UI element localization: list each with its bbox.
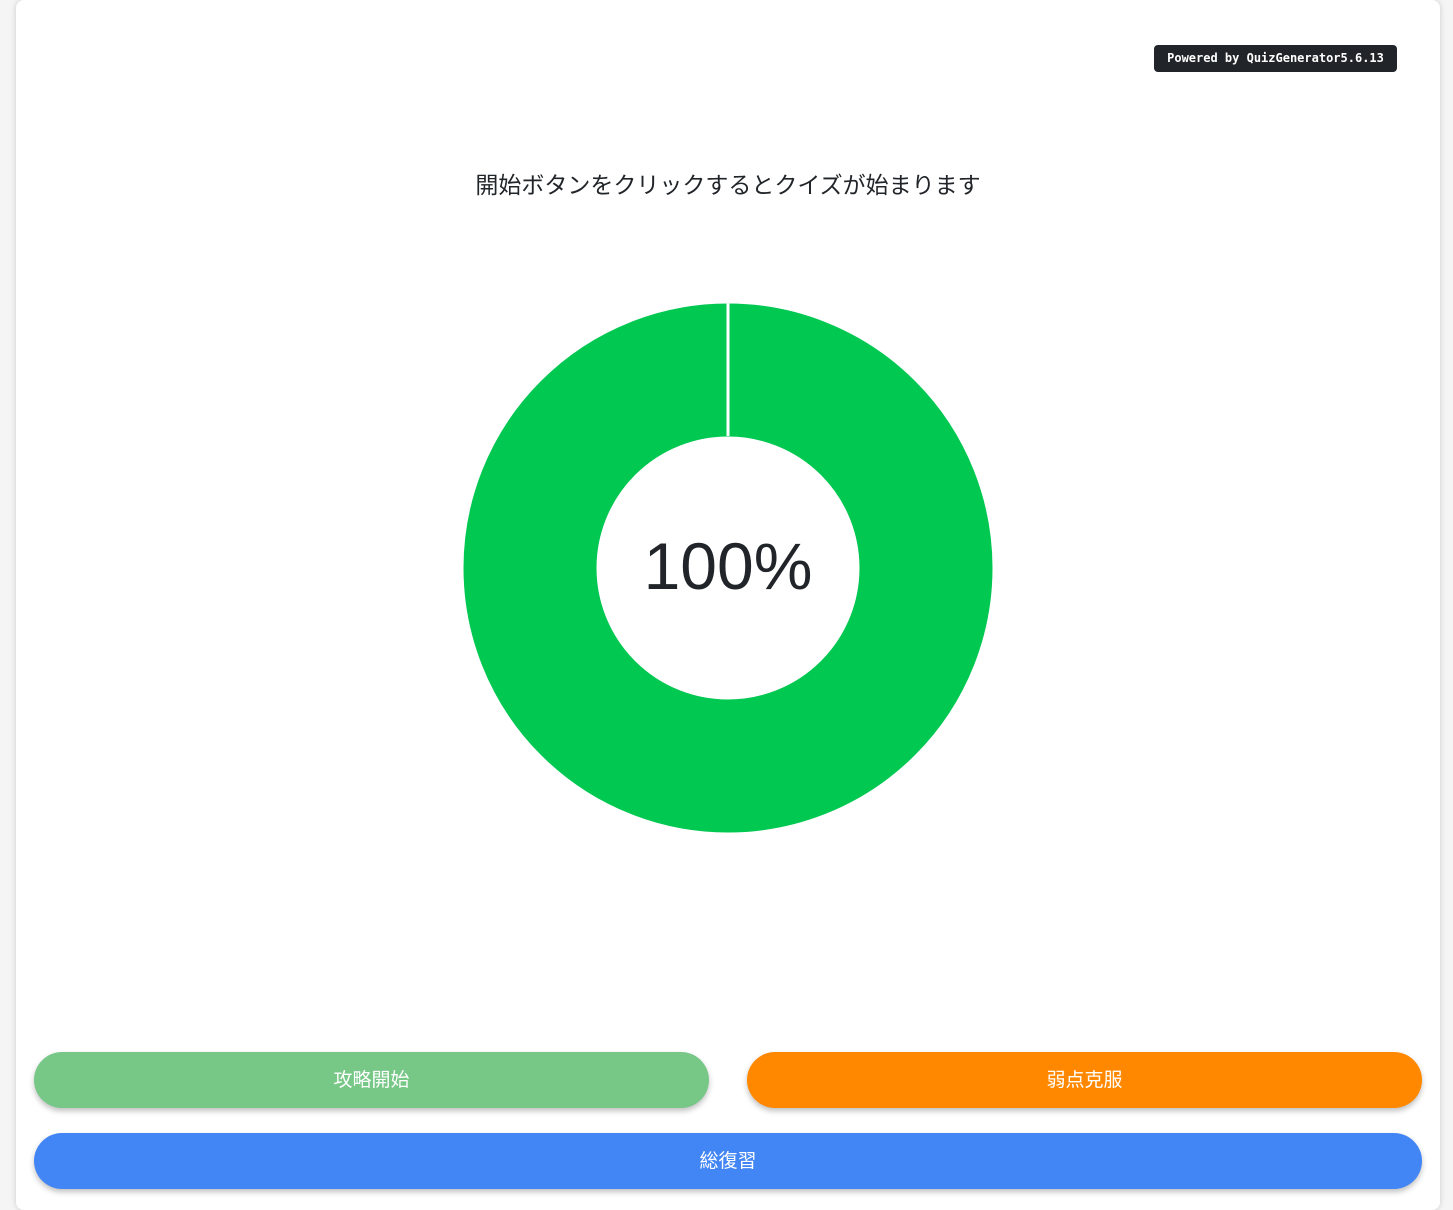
full-review-button[interactable]: 総復習 bbox=[34, 1133, 1422, 1189]
start-instruction-text: 開始ボタンをクリックするとクイズが始まります bbox=[475, 173, 981, 199]
start-quiz-button[interactable]: 攻略開始 bbox=[34, 1052, 709, 1108]
progress-percent-label: 100% bbox=[643, 529, 813, 603]
weakness-review-button[interactable]: 弱点克服 bbox=[747, 1052, 1422, 1108]
quiz-start-card: Powered by QuizGenerator5.6.13 開始ボタンをクリッ… bbox=[16, 0, 1440, 1210]
powered-by-badge: Powered by QuizGenerator5.6.13 bbox=[1154, 45, 1397, 72]
